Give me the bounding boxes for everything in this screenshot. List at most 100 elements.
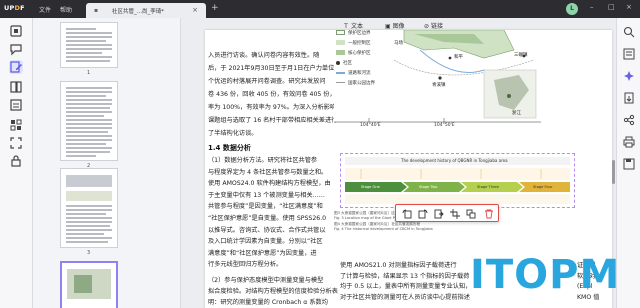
legend-item: 保护区边界 [336, 30, 375, 40]
add-text-button[interactable]: Ｔ 文本 [343, 21, 363, 30]
text-line: 及入口统计学因素为自变量。分别以“社区 [208, 238, 323, 246]
text-line: “社区保护意愿”是自变量。使用 SPSS26.0 [208, 215, 327, 222]
text-line: 明：研究的测量变量的 Cronbach α 系数均 [208, 299, 328, 306]
map-figure[interactable]: 保护区边界 一般控制区 核心保护区 社区 道路和河流 国家公园边界 三碾镇 和平… [334, 30, 541, 130]
text-line: 对于社区共管的测量可在人员访谈中心提前指述 [340, 293, 470, 301]
properties-icon[interactable] [623, 48, 635, 60]
text-line: （2）参与保护态度模型中测量变量与模型 [208, 277, 324, 284]
save-icon[interactable] [623, 158, 635, 170]
export-icon[interactable] [623, 92, 635, 104]
page-thumbnail[interactable] [60, 22, 118, 68]
text-line: 于主变量中仅有 13 个被测变量与相关…… [208, 191, 325, 199]
rotate-right-icon[interactable] [418, 209, 428, 219]
text-line: 使用 AMOS21.0 对测量指标因子载荷进行 [340, 262, 457, 269]
avatar[interactable]: L [566, 3, 578, 15]
ocr-icon[interactable] [9, 136, 23, 150]
text-line: 卷 436 份，回收 405 份，有效问卷 405 份，回收 [208, 91, 349, 98]
text-line: 行多元线型回归方程分析。 [208, 261, 283, 269]
reader-icon[interactable] [9, 24, 23, 38]
map-legend: 保护区边界 一般控制区 核心保护区 社区 道路和河流 国家公园边界 [336, 30, 375, 90]
text-tool-icon: Ｔ [343, 23, 350, 30]
comment-icon[interactable] [9, 42, 23, 56]
title-bar: UPDF 文件 帮助 ▪ 社区共管_...尚_李琦* × + L – □ × [0, 0, 640, 18]
text-line: （1）数据分析方法。研究将社区共管参 [208, 157, 318, 164]
legend-item: 一般控制区 [336, 40, 375, 50]
page-thumbnail-selected[interactable] [60, 261, 118, 308]
close-window-icon[interactable]: × [626, 3, 632, 11]
organize-icon[interactable] [9, 118, 23, 132]
replace-icon[interactable] [466, 209, 476, 219]
stage-label: Stage One [361, 185, 380, 189]
map-label: 三碾镇 [514, 53, 528, 58]
left-toolbar [0, 18, 33, 308]
extract-icon[interactable] [434, 209, 444, 219]
add-tab-button[interactable]: + [211, 3, 219, 13]
text-line: 课题组与选取了 16 名村干部带相应相关差进行 [208, 117, 338, 124]
link-tool-icon: ⊘ [424, 23, 430, 30]
stage-label: Stage Four [533, 185, 553, 189]
app-logo[interactable]: UPDF [4, 4, 25, 12]
text-line: 与程度界定为 4 条社区共管参与数量之和。 [208, 168, 328, 176]
add-image-button[interactable]: ▣ 图像 [385, 21, 405, 30]
page-thumbnail[interactable] [60, 168, 118, 248]
longitude-label: 104°50'E [434, 123, 455, 128]
stage-label: Stage Two [419, 185, 438, 189]
image-floating-toolbar [395, 204, 499, 222]
text-line: 以推导式。咨询式、协议式、合作式共管以 [208, 226, 326, 234]
add-link-button[interactable]: ⊘ 链接 [424, 21, 443, 30]
legend-item: 社区 [336, 60, 375, 70]
page-number: 1 [87, 70, 91, 76]
text-line: 入员进行访谈。确认问卷内容有效性。随 [208, 52, 320, 59]
longitude-label: 104°40'E [360, 123, 381, 128]
legend-item: 道路和河流 [336, 70, 375, 80]
tab-title: 社区共管_...尚_李琦* [112, 9, 164, 15]
text-line: 个优运的村落展开问卷调查。研究共发放问 [208, 78, 326, 85]
document-tab[interactable]: ▪ 社区共管_...尚_李琦* × [86, 3, 206, 18]
edit-pdf-icon[interactable] [9, 60, 23, 74]
section-heading: 1.4 数据分析 [208, 144, 251, 152]
print-icon[interactable] [623, 136, 635, 148]
text-line: 率为 100%，有效率为 97%。为深入分析影响机制， [208, 104, 355, 111]
legend-item: 国家公园边界 [336, 80, 375, 90]
ai-icon[interactable] [623, 70, 635, 82]
text-line: 了计算与检验，结果显示 13 个指标的因子载荷 [340, 272, 470, 280]
legend-item: 核心保护区 [336, 50, 375, 60]
timeline-title: The development history of QBGNR in Tong… [401, 158, 508, 163]
map-label: 青溪镇 [432, 83, 446, 88]
timeline-figure[interactable]: The development history of QBGNR in Tong… [340, 153, 575, 208]
search-icon[interactable] [623, 26, 635, 38]
text-line: 拟合度检验。对结构方程模型的信度检验分析表 [208, 288, 338, 295]
document-icon: ▪ [94, 7, 99, 14]
menu-help[interactable]: 帮助 [60, 5, 72, 14]
vertical-scrollbar[interactable] [612, 160, 615, 184]
stage-label: Stage Three [477, 185, 499, 189]
pages-icon[interactable] [9, 80, 23, 94]
link-tool-label: 链接 [430, 23, 443, 30]
minimize-icon[interactable]: – [590, 3, 594, 11]
text-line: 后，于 2021年9月30日至于月1日在户力单位主 [208, 65, 341, 72]
text-line: 了半结构化访谈。 [208, 130, 258, 137]
app-window: UPDF 文件 帮助 ▪ 社区共管_...尚_李琦* × + L – □ × 1… [0, 0, 640, 308]
share-icon[interactable] [623, 114, 635, 126]
maximize-icon[interactable]: □ [608, 3, 615, 11]
map-label: 浙江 [512, 111, 521, 116]
rotate-left-icon[interactable] [402, 209, 412, 219]
page-number: 3 [87, 250, 91, 256]
crop-icon[interactable] [450, 209, 460, 219]
text-line: 满意度”和“社区保护意愿”为因变量，进 [208, 249, 317, 257]
map-label: 和平 [454, 55, 463, 60]
form-icon[interactable] [9, 98, 23, 112]
figure-caption: Fig. 4 The historical development of CBC… [334, 227, 433, 231]
menu-file[interactable]: 文件 [39, 5, 51, 14]
page-thumbnail[interactable] [60, 81, 118, 161]
close-tab-icon[interactable]: × [192, 6, 198, 14]
text-line: 共管参与程度”是因变量，“社区满意度”和 [208, 203, 323, 211]
image-tool-label: 图像 [392, 23, 405, 30]
text-line: 使用 AMOS24.0 软件构建结构方程模型，由 [208, 180, 331, 188]
delete-icon[interactable] [484, 209, 494, 219]
protect-icon[interactable] [9, 154, 23, 168]
map-label: 马场 [394, 41, 403, 46]
watermark: ITOPM [470, 252, 621, 298]
image-tool-icon: ▣ [385, 23, 391, 30]
thumbnail-panel: 1 2 3 [33, 18, 181, 308]
